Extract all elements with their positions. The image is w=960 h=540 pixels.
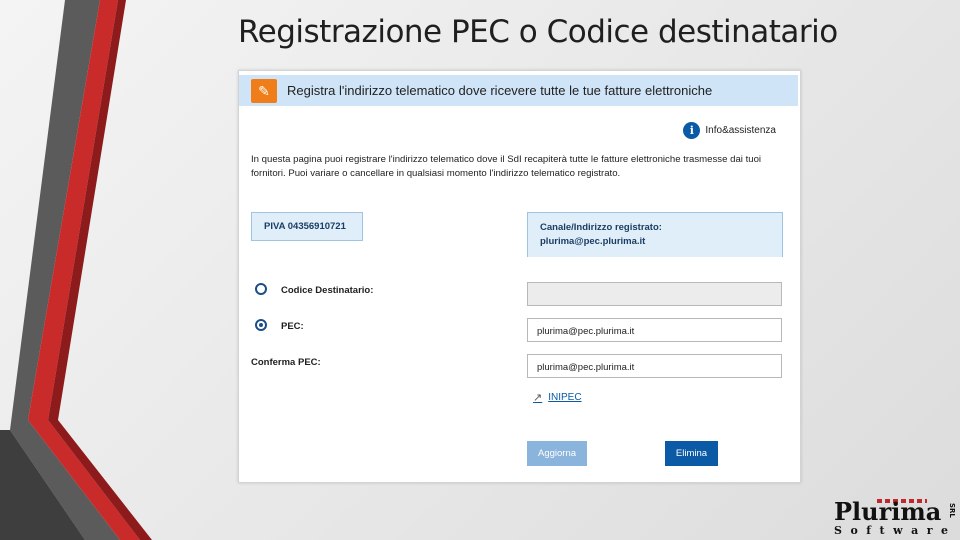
pec-label: PEC: (281, 321, 304, 332)
elimina-button[interactable]: Elimina (665, 441, 718, 466)
piva-box: PIVA 04356910721 (251, 212, 363, 241)
info-assistenza-label: Info&assistenza (705, 125, 776, 136)
registered-channel-box: Canale/Indirizzo registrato: plurima@pec… (527, 212, 783, 257)
aggiorna-button[interactable]: Aggiorna (527, 441, 587, 466)
logo-sub-text: Software (834, 524, 957, 537)
logo-main-text: Plurima (834, 497, 942, 526)
slide-title: Registrazione PEC o Codice destinatario (238, 14, 838, 50)
pec-radio[interactable] (255, 319, 267, 331)
pec-registration-panel: ✎ Registra l'indirizzo telematico dove r… (238, 70, 801, 483)
inipec-label: INIPEC (548, 392, 582, 403)
registered-channel-label: Canale/Indirizzo registrato: (540, 222, 662, 233)
inipec-link[interactable]: ↗ INIPEC (533, 391, 582, 404)
conferma-pec-field[interactable]: plurima@pec.plurima.it (527, 354, 782, 378)
codice-destinatario-radio[interactable] (255, 283, 267, 295)
info-assistenza-link[interactable]: i Info&assistenza (683, 122, 776, 139)
registered-channel-value: plurima@pec.plurima.it (540, 236, 646, 247)
external-link-icon: ↗ (533, 392, 543, 404)
panel-header-title: Registra l'indirizzo telematico dove ric… (287, 83, 713, 98)
codice-destinatario-label: Codice Destinatario: (281, 285, 374, 296)
description-text: In questa pagina puoi registrare l'indir… (251, 154, 762, 179)
pencil-icon: ✎ (251, 79, 277, 103)
decorative-stripes (0, 0, 152, 540)
panel-header: ✎ Registra l'indirizzo telematico dove r… (239, 75, 798, 106)
plurima-logo: Plurima Software SRL (832, 497, 957, 537)
conferma-pec-label: Conferma PEC: (251, 357, 321, 368)
pec-field[interactable]: plurima@pec.plurima.it (527, 318, 782, 342)
info-icon: i (683, 122, 701, 139)
logo-side-text: SRL (948, 503, 956, 518)
codice-destinatario-field[interactable] (527, 282, 782, 306)
